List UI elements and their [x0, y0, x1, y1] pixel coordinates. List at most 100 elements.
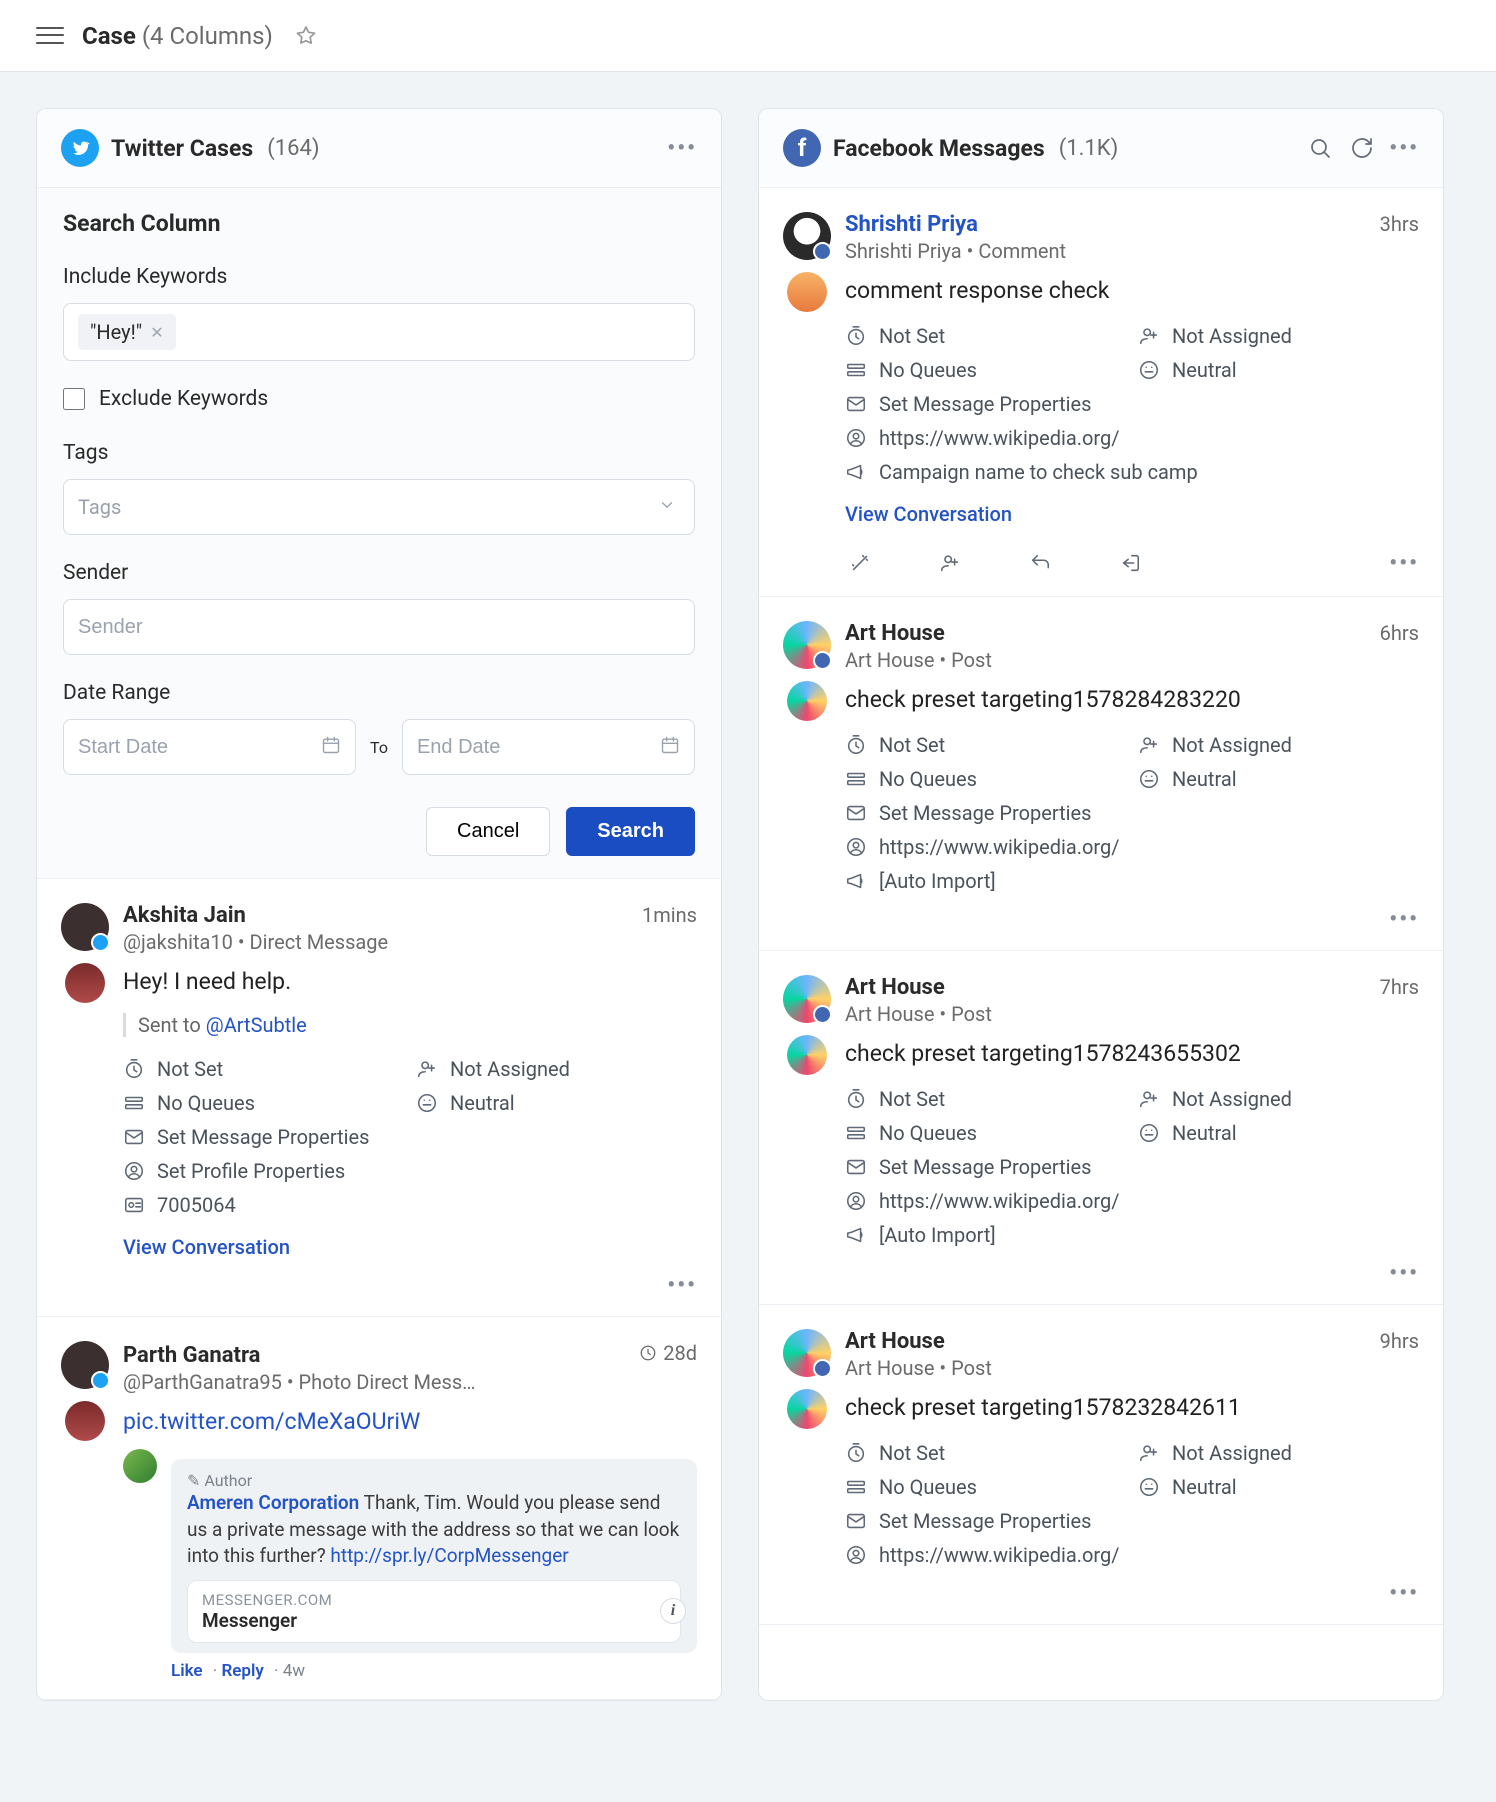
meta-assigned: Not Assigned — [1138, 733, 1419, 757]
message-card: Art House 7hrs Art House • Post check pr… — [759, 951, 1443, 1305]
message-more-icon[interactable]: ••• — [1389, 551, 1419, 576]
author-sub: Art House • Post — [845, 1356, 1419, 1380]
column-more-icon[interactable]: ••• — [1389, 136, 1419, 161]
meta-msg-props: Set Message Properties — [845, 801, 1419, 825]
message-more-icon[interactable]: ••• — [1389, 1261, 1419, 1286]
include-keywords-label: Include Keywords — [63, 265, 695, 289]
meta-msg-props: Set Message Properties — [123, 1125, 697, 1149]
view-conversation-link[interactable]: View Conversation — [845, 502, 1012, 526]
refresh-icon[interactable] — [1347, 133, 1377, 163]
wand-icon[interactable] — [845, 548, 875, 578]
author-name: Art House — [845, 1329, 945, 1354]
corp-name: Ameren Corporation — [187, 1491, 359, 1514]
tags-select[interactable]: Tags — [63, 479, 695, 535]
meta-status: Not Set — [845, 1441, 1126, 1465]
message-body: check preset targeting1578232842611 — [845, 1394, 1419, 1421]
link-title: Messenger — [202, 1609, 666, 1632]
author-name: Art House — [845, 621, 945, 646]
twitter-cases-column: Twitter Cases (164) ••• Search Column In… — [36, 108, 722, 1701]
to-label: To — [370, 738, 388, 757]
author-sub: @jakshita10 • Direct Message — [123, 930, 697, 954]
search-title: Search Column — [63, 210, 695, 237]
author-name: Akshita Jain — [123, 903, 246, 928]
page-title-count: (4 Columns) — [142, 22, 273, 50]
message-more-icon[interactable]: ••• — [667, 1273, 697, 1298]
message-more-icon[interactable]: ••• — [1389, 907, 1419, 932]
end-date-input[interactable] — [402, 719, 695, 775]
search-button[interactable]: Search — [566, 807, 695, 856]
keyword-chip[interactable]: "Hey!" ✕ — [78, 314, 176, 350]
meta-sentiment: Neutral — [1138, 767, 1419, 791]
meta-queue: No Queues — [845, 1121, 1126, 1145]
end-date-field[interactable] — [417, 736, 650, 759]
meta-campaign: [Auto Import] — [845, 869, 1419, 893]
assign-icon[interactable] — [935, 548, 965, 578]
author-sub: @ParthGanatra95 • Photo Direct Mess… — [123, 1370, 697, 1394]
column-title: Facebook Messages — [833, 135, 1045, 162]
info-icon[interactable]: i — [660, 1598, 686, 1624]
column-count: (164) — [267, 136, 319, 161]
message-card: Akshita Jain 1mins @jakshita10 • Direct … — [37, 879, 721, 1317]
page-title-text: Case — [82, 22, 136, 50]
include-keywords-input[interactable]: "Hey!" ✕ — [63, 303, 695, 361]
exit-icon[interactable] — [1115, 548, 1145, 578]
meta-url: https://www.wikipedia.org/ — [845, 426, 1419, 450]
author-sub: Art House • Post — [845, 648, 1419, 672]
chip-remove-icon[interactable]: ✕ — [150, 323, 163, 342]
account-avatar — [65, 963, 105, 1003]
embed-link[interactable]: http://spr.ly/CorpMessenger — [330, 1544, 568, 1567]
meta-msg-props: Set Message Properties — [845, 392, 1419, 416]
facebook-badge-icon — [813, 242, 832, 261]
quoted-post: ✎ Author Ameren Corporation Thank, Tim. … — [171, 1459, 697, 1653]
menu-icon[interactable] — [36, 22, 64, 50]
author-sub: Art House • Post — [845, 1002, 1419, 1026]
exclude-keywords-checkbox[interactable] — [63, 388, 85, 410]
sent-to: Sent to @ArtSubtle — [123, 1013, 697, 1037]
meta-msg-props: Set Message Properties — [845, 1155, 1419, 1179]
timestamp: 28d — [639, 1341, 697, 1365]
message-body: check preset targeting1578284283220 — [845, 686, 1419, 713]
tags-placeholder: Tags — [78, 495, 121, 519]
message-card: Art House 6hrs Art House • Post check pr… — [759, 597, 1443, 951]
column-more-icon[interactable]: ••• — [667, 136, 697, 161]
link-domain: MESSENGER.COM — [202, 1591, 666, 1609]
cancel-button[interactable]: Cancel — [426, 807, 550, 856]
message-card: Art House 9hrs Art House • Post check pr… — [759, 1305, 1443, 1625]
column-count: (1.1K) — [1059, 136, 1119, 161]
facebook-messages-column: f Facebook Messages (1.1K) ••• Shrishti … — [758, 108, 1444, 1701]
sent-to-handle[interactable]: @ArtSubtle — [206, 1013, 307, 1037]
message-card: Parth Ganatra 28d @ParthGanatra95 • Phot… — [37, 1317, 721, 1700]
calendar-icon — [660, 735, 680, 760]
twitter-badge-icon — [91, 1371, 110, 1390]
tags-label: Tags — [63, 441, 695, 465]
author-badge: ✎ Author — [187, 1471, 681, 1490]
account-avatar — [65, 1401, 105, 1441]
like-link[interactable]: Like — [171, 1661, 203, 1681]
account-avatar — [787, 681, 827, 721]
page-title: Case (4 Columns) — [82, 22, 273, 50]
search-icon[interactable] — [1305, 133, 1335, 163]
meta-msg-props: Set Message Properties — [845, 1509, 1419, 1533]
sender-label: Sender — [63, 561, 695, 585]
reply-icon[interactable] — [1025, 548, 1055, 578]
meta-assigned: Not Assigned — [416, 1057, 697, 1081]
author-name: Parth Ganatra — [123, 1343, 260, 1368]
message-more-icon[interactable]: ••• — [1389, 1581, 1419, 1606]
view-conversation-link[interactable]: View Conversation — [123, 1235, 290, 1259]
start-date-field[interactable] — [78, 736, 311, 759]
star-icon[interactable] — [291, 21, 321, 51]
keyword-chip-text: "Hey!" — [90, 320, 142, 344]
start-date-input[interactable] — [63, 719, 356, 775]
reply-link[interactable]: Reply — [221, 1661, 263, 1681]
timestamp: 6hrs — [1380, 621, 1419, 645]
facebook-badge-icon — [813, 1005, 832, 1024]
timestamp: 3hrs — [1380, 212, 1419, 236]
media-link[interactable]: pic.twitter.com/cMeXaOUriW — [123, 1408, 420, 1435]
meta-queue: No Queues — [845, 767, 1126, 791]
link-preview[interactable]: MESSENGER.COM Messenger i — [187, 1580, 681, 1643]
twitter-icon — [61, 129, 99, 167]
meta-sentiment: Neutral — [1138, 1475, 1419, 1499]
meta-assigned: Not Assigned — [1138, 1087, 1419, 1111]
date-range-label: Date Range — [63, 681, 695, 705]
sender-input[interactable] — [78, 616, 680, 639]
